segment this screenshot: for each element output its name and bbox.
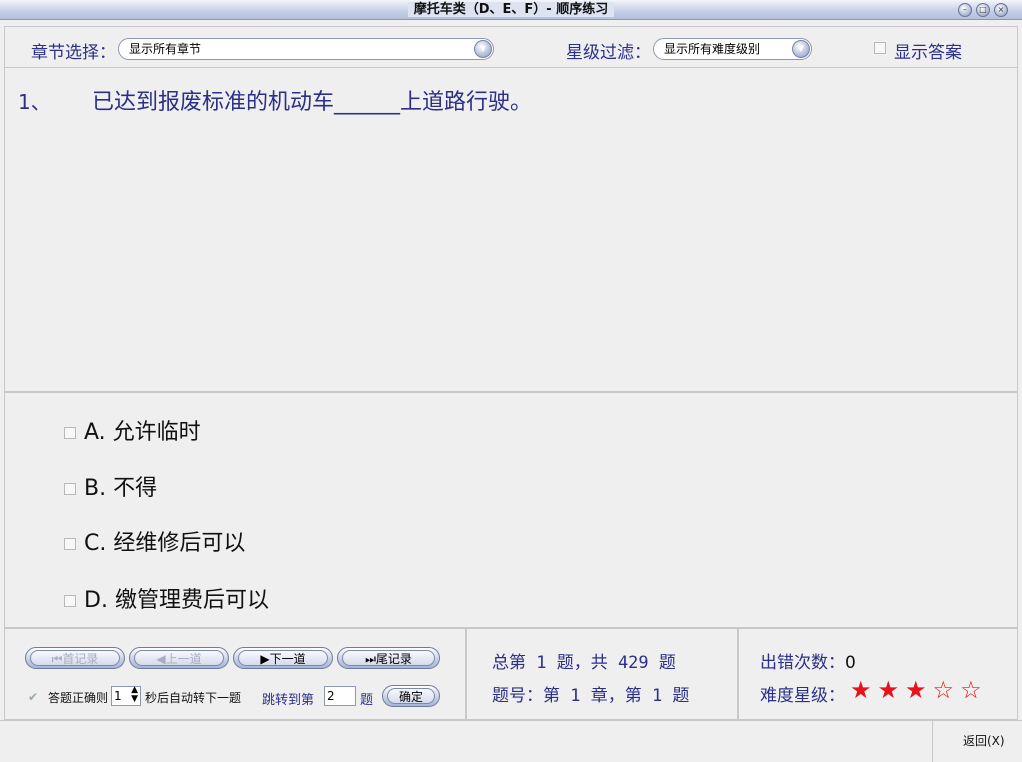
error-count-label: 出错次数： <box>760 653 845 673</box>
auto-seconds-stepper[interactable]: 1 ▲ ▼ <box>111 686 141 706</box>
first-record-button[interactable]: ⏮首记录 <box>25 647 125 669</box>
stepper-arrows-icon[interactable]: ▲ ▼ <box>131 686 138 704</box>
option-text: 允许临时 <box>112 420 201 445</box>
option-key: A. <box>84 420 106 445</box>
option-b-checkbox[interactable] <box>64 483 76 495</box>
maximize-icon[interactable]: □ <box>976 3 990 17</box>
option-text: 不得 <box>113 476 158 501</box>
close-icon[interactable]: × <box>994 3 1008 17</box>
option-b[interactable]: B. 不得 <box>64 470 157 502</box>
option-text: 经维修后可以 <box>113 531 246 556</box>
show-answer-label[interactable]: 显示答案 <box>894 38 962 63</box>
option-key: B. <box>84 476 107 501</box>
show-answer-checkbox[interactable] <box>874 42 886 54</box>
chapter-select[interactable]: 显示所有章节 ▼ <box>118 38 494 60</box>
confirm-button[interactable]: 确定 <box>382 685 440 707</box>
jump-input-value: 2 <box>327 689 335 703</box>
chapter-label: 章节选择： <box>31 43 116 63</box>
title-bar: 摩托车类（D、E、F）- 顺序练习 – □ × <box>0 0 1022 20</box>
stats-panel <box>738 628 1018 720</box>
window-title: 摩托车类（D、E、F）- 顺序练习 <box>407 2 615 17</box>
question-number: 1、 <box>18 90 51 114</box>
star-filter-select[interactable]: 显示所有难度级别 ▼ <box>653 38 812 60</box>
prev-icon: ◀ <box>156 652 166 666</box>
jump-label: 跳转到第 <box>262 693 315 708</box>
confirm-label: 确定 <box>398 690 423 704</box>
option-a[interactable]: A. 允许临时 <box>64 414 201 446</box>
jump-unit-label: 题 <box>360 693 374 708</box>
auto-next-label-2: 秒后自动转下一题 <box>145 691 242 705</box>
last-icon: ⏭ <box>365 652 376 666</box>
option-key: C. <box>84 531 107 556</box>
prev-button[interactable]: ◀上一道 <box>129 647 229 669</box>
progress-chapter: 题号：第 1 章，第 1 题 <box>492 686 690 706</box>
option-d-checkbox[interactable] <box>64 595 76 607</box>
next-label: 下一道 <box>269 652 306 666</box>
option-text: 缴管理费后可以 <box>114 588 269 613</box>
first-icon: ⏮ <box>51 652 63 666</box>
progress-total: 总第 1 题，共 429 题 <box>492 653 676 673</box>
last-record-label: 尾记录 <box>375 652 412 666</box>
auto-next-label: 答题正确则 <box>48 691 109 705</box>
option-c-checkbox[interactable] <box>64 538 76 550</box>
jump-input[interactable]: 2 <box>324 686 356 706</box>
progress-panel <box>466 628 738 720</box>
option-key: D. <box>84 588 108 613</box>
star-filter-label: 星级过滤： <box>566 43 651 63</box>
next-button[interactable]: ▶下一道 <box>233 647 333 669</box>
auto-seconds-value: 1 <box>114 689 122 703</box>
next-icon: ▶ <box>260 652 270 666</box>
auto-next-check-icon[interactable]: ✔ <box>28 690 38 704</box>
last-record-button[interactable]: ⏭尾记录 <box>337 647 440 669</box>
chevron-down-icon[interactable]: ▼ <box>474 40 492 58</box>
status-bar: 返回(X) <box>0 720 1022 762</box>
option-d[interactable]: D. 缴管理费后可以 <box>64 582 269 614</box>
chevron-down-icon[interactable]: ▼ <box>792 40 810 58</box>
question-panel <box>4 68 1018 392</box>
status-divider <box>932 721 933 762</box>
minimize-icon[interactable]: – <box>958 3 972 17</box>
error-count: 0 <box>845 653 856 673</box>
back-button[interactable]: 返回(X) <box>963 732 1005 749</box>
chapter-select-value: 显示所有章节 <box>129 42 202 56</box>
star-filter-value: 显示所有难度级别 <box>664 42 761 56</box>
difficulty-label: 难度星级： <box>760 686 845 706</box>
filter-panel: 章节选择： 显示所有章节 ▼ 星级过滤： 显示所有难度级别 ▼ 显示答案 <box>4 26 1018 68</box>
question-text: 已达到报废标准的机动车______上道路行驶。 <box>92 90 533 115</box>
first-record-label: 首记录 <box>62 652 99 666</box>
option-a-checkbox[interactable] <box>64 427 76 439</box>
option-c[interactable]: C. 经维修后可以 <box>64 525 245 557</box>
difficulty-stars: ★★★☆☆ <box>850 676 988 704</box>
prev-label: 上一道 <box>165 652 202 666</box>
